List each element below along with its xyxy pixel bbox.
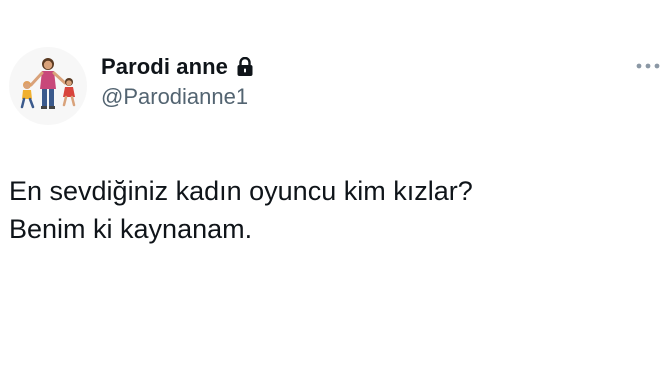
tweet-text-line: En sevdiğiniz kadın oyuncu kim kızlar? bbox=[9, 176, 473, 206]
avatar[interactable] bbox=[9, 47, 87, 125]
lock-icon bbox=[236, 57, 254, 77]
username[interactable]: @Parodianne1 bbox=[101, 84, 248, 110]
more-options-button[interactable] bbox=[633, 56, 663, 76]
mother-with-children-icon bbox=[20, 58, 76, 109]
display-name[interactable]: Parodi anne bbox=[101, 54, 228, 80]
more-horizontal-icon bbox=[636, 63, 660, 69]
tweet-card: Parodi anne @Parodianne1 En sevdiğiniz k… bbox=[0, 0, 672, 378]
author-name-row: Parodi anne bbox=[101, 52, 254, 82]
tweet-text: En sevdiğiniz kadın oyuncu kim kızlar? B… bbox=[9, 172, 659, 248]
tweet-text-line: Benim ki kaynanam. bbox=[9, 214, 253, 244]
